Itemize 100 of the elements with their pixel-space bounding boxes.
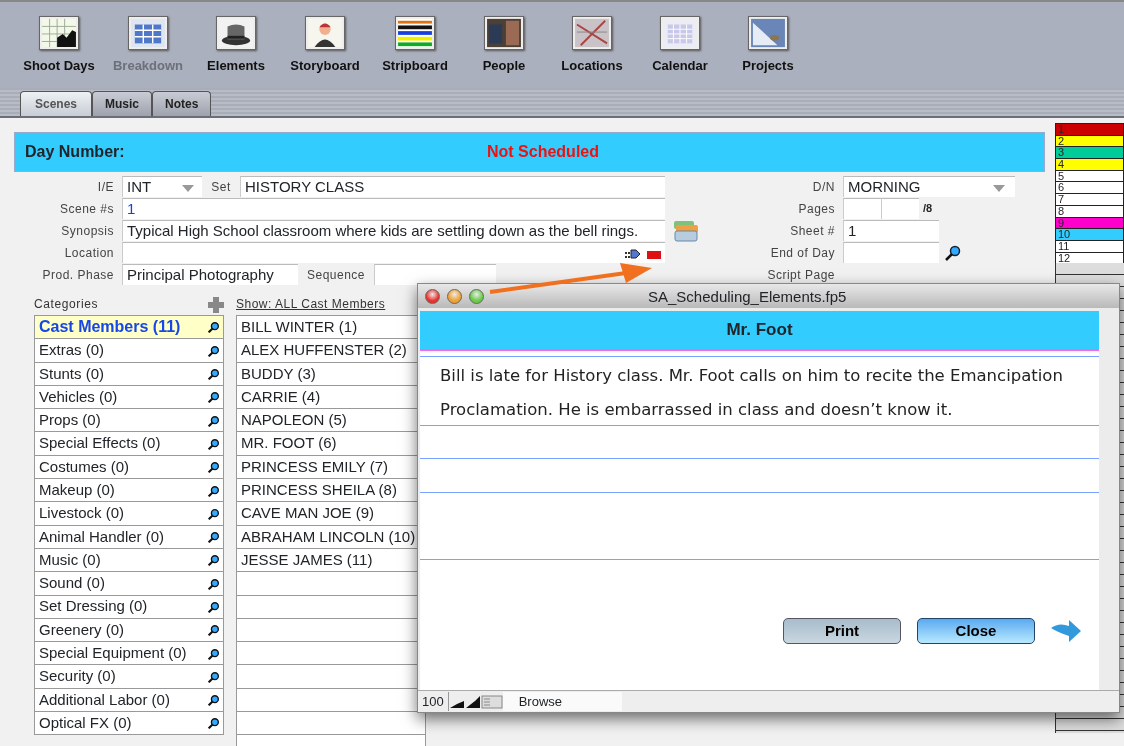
field-label: I/E	[96, 178, 115, 196]
category-item[interactable]: Special Equipment (0)	[34, 641, 224, 666]
category-item[interactable]: Security (0)	[34, 664, 224, 689]
search-icon[interactable]	[208, 508, 219, 520]
search-icon[interactable]	[208, 671, 219, 683]
category-item[interactable]: Props (0)	[34, 408, 224, 433]
mode-label: Browse	[502, 691, 623, 712]
category-item[interactable]: Extras (0)	[34, 338, 224, 363]
search-icon[interactable]	[208, 415, 219, 427]
field-label: Sheet #	[789, 222, 836, 240]
sheet-number-field[interactable]: 1	[843, 220, 939, 241]
print-button[interactable]: Print	[783, 618, 901, 644]
category-item[interactable]: Sound (0)	[34, 571, 224, 596]
close-window-button[interactable]	[425, 288, 440, 304]
tab[interactable]: Music	[92, 91, 153, 116]
tab[interactable]: Notes	[152, 91, 212, 116]
toolbar-button[interactable]: Projects	[724, 16, 812, 88]
toolbar-picture-icon	[305, 16, 345, 50]
search-icon[interactable]	[208, 485, 219, 497]
empty-list-row[interactable]	[236, 711, 426, 736]
toolbar-button[interactable]: Shoot Days	[14, 16, 104, 88]
field-label: Sequence	[305, 266, 366, 284]
category-item[interactable]: Animal Handler (0)	[34, 524, 224, 549]
location-field[interactable]	[122, 242, 665, 263]
minimize-window-button[interactable]	[447, 288, 462, 304]
field-label: Location	[63, 244, 115, 262]
strip-row[interactable]: 7	[1055, 193, 1124, 206]
search-icon[interactable]	[208, 625, 219, 637]
search-icon[interactable]	[208, 322, 219, 334]
toolbar-picture-icon	[660, 16, 700, 50]
pages-eighths-field[interactable]	[881, 198, 919, 219]
pages-fraction: /8	[923, 201, 933, 217]
field-label: Script Page	[766, 266, 836, 284]
strip-row[interactable]: 10	[1055, 228, 1124, 241]
field-label: D/N	[811, 178, 836, 196]
end-of-day-field[interactable]	[843, 242, 939, 263]
search-icon[interactable]	[208, 648, 219, 660]
field-label: Set	[210, 178, 232, 196]
toolbar-button[interactable]: People	[460, 16, 548, 88]
close-button[interactable]: Close	[917, 618, 1035, 644]
pages-whole-field[interactable]	[843, 198, 881, 219]
note-heading: Mr. Foot	[420, 311, 1099, 351]
search-icon[interactable]	[208, 532, 219, 544]
dropdown-caret-icon	[993, 185, 1005, 192]
field-label: Pages	[797, 200, 836, 218]
field-label: Prod. Phase	[41, 266, 115, 284]
day-number-label: Day Number:	[25, 142, 126, 162]
search-icon[interactable]	[208, 555, 219, 567]
scene-numbers-field[interactable]: 1	[122, 198, 665, 219]
ie-dropdown[interactable]: INT	[122, 176, 202, 197]
search-icon[interactable]	[208, 438, 219, 450]
toolbar-button[interactable]: Storyboard	[280, 16, 370, 88]
category-item[interactable]: Livestock (0)	[34, 501, 224, 526]
categories-header: Categories	[34, 296, 99, 313]
toolbar-picture-icon	[572, 16, 612, 50]
search-icon[interactable]	[208, 695, 219, 707]
zoom-level[interactable]: 100	[418, 691, 449, 712]
toolbar-button[interactable]: Calendar	[636, 16, 724, 88]
search-icon[interactable]	[208, 578, 219, 590]
window-title: SA_Scheduling_Elements.fp5	[648, 287, 847, 307]
tab[interactable]: Scenes	[20, 91, 93, 116]
category-item[interactable]: Makeup (0)	[34, 478, 224, 503]
category-item[interactable]: Stunts (0)	[34, 361, 224, 386]
toolbar-button[interactable]: Stripboard	[370, 16, 460, 88]
field-label: Synopsis	[60, 222, 115, 240]
set-field[interactable]: HISTORY CLASS	[240, 176, 665, 197]
toolbar-picture-icon	[216, 16, 256, 50]
add-icon[interactable]	[208, 296, 224, 313]
toolbar-picture-icon	[128, 16, 168, 50]
toolbar-picture-icon	[484, 16, 524, 50]
dn-dropdown[interactable]: MORNING	[843, 176, 1015, 197]
search-icon[interactable]	[208, 462, 219, 474]
sequence-field[interactable]	[374, 264, 496, 285]
toolbar-picture-icon	[395, 16, 435, 50]
schedule-status: Not Scheduled	[487, 142, 599, 162]
category-item[interactable]: Cast Members (11)	[34, 315, 224, 340]
search-icon[interactable]	[208, 392, 219, 404]
forward-arrow-icon[interactable]	[1051, 618, 1081, 644]
field-label: End of Day	[769, 244, 836, 262]
search-icon[interactable]	[208, 718, 219, 730]
toolbar-picture-icon	[748, 16, 788, 50]
category-item[interactable]: Special Effects (0)	[34, 431, 224, 456]
notes-stack-icon[interactable]	[673, 218, 699, 243]
layout-toggle-icon[interactable]	[480, 695, 503, 710]
field-label: Scene #s	[58, 200, 115, 218]
category-item[interactable]: Set Dressing (0)	[34, 594, 224, 619]
search-icon[interactable]	[208, 345, 219, 357]
search-icon[interactable]	[945, 245, 961, 262]
zoom-window-button[interactable]	[469, 288, 484, 304]
synopsis-field[interactable]: Typical High School classroom where kids are settling down as the bell rings.	[122, 220, 665, 241]
search-icon[interactable]	[208, 602, 219, 613]
dropdown-caret-icon	[182, 185, 194, 192]
drag-handle-icon[interactable]	[625, 248, 641, 260]
toolbar-picture-icon	[39, 16, 79, 50]
toolbar-button[interactable]: Elements	[192, 16, 280, 88]
search-icon[interactable]	[208, 369, 219, 381]
prod-phase-field[interactable]: Principal Photography	[122, 264, 298, 285]
strip-row[interactable]: 4	[1055, 158, 1124, 171]
toolbar-button[interactable]: Locations	[548, 16, 636, 88]
category-item[interactable]: Optical FX (0)	[34, 711, 224, 736]
